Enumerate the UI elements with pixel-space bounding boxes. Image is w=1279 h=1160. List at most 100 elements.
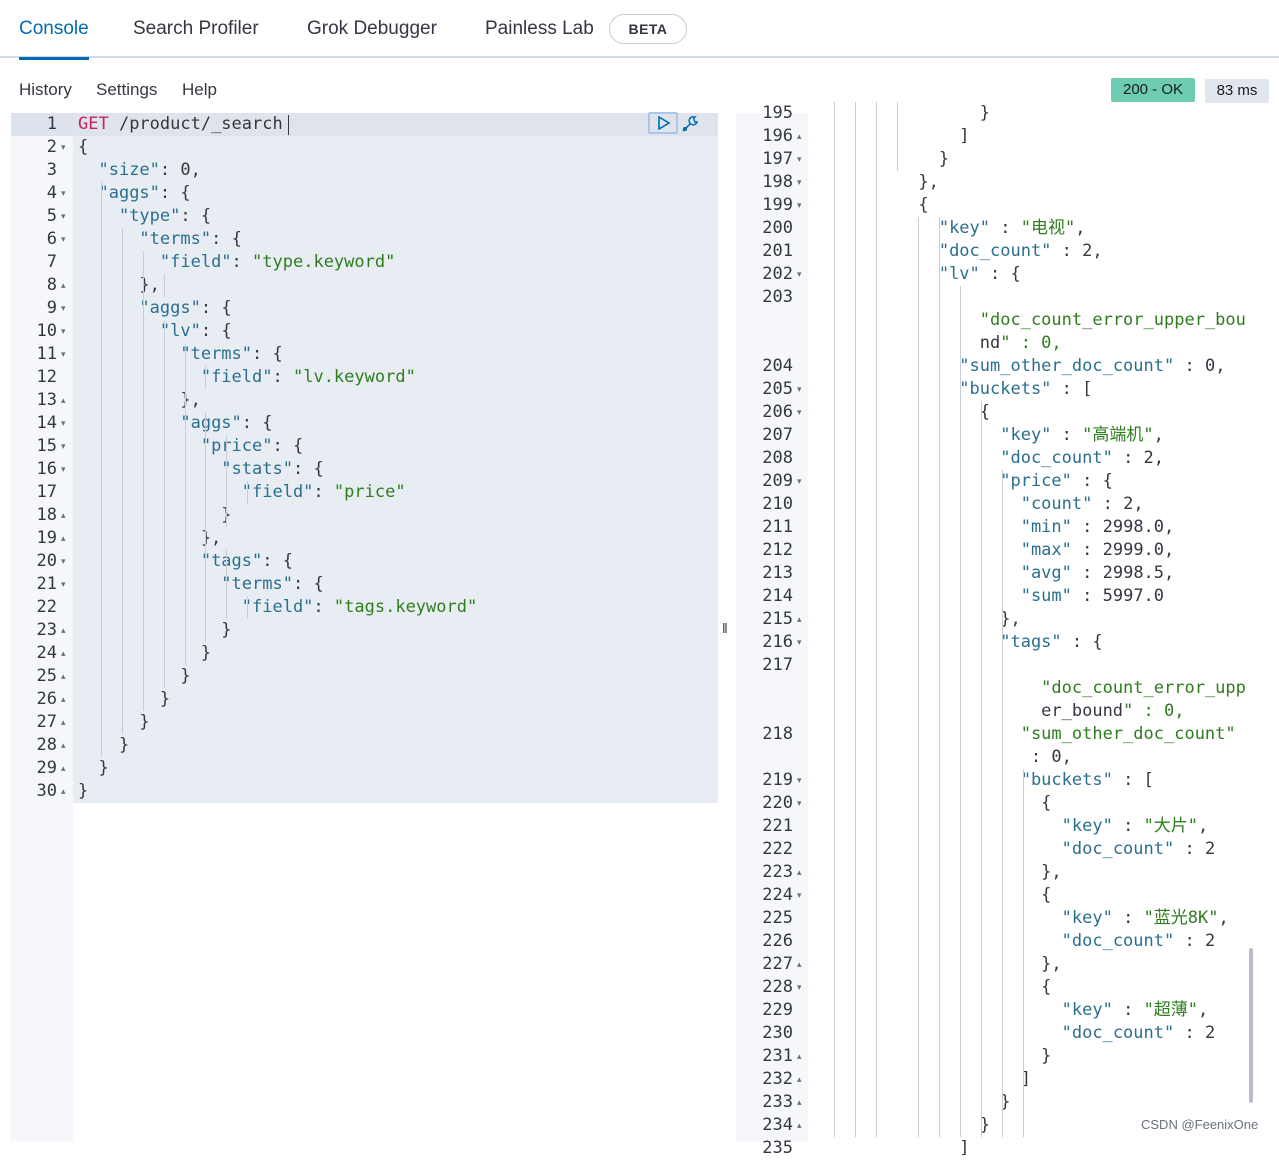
indent-guide — [918, 217, 919, 1137]
indent-guide — [184, 343, 186, 665]
fold-arrow-icon[interactable]: ▾ — [61, 297, 66, 320]
unfold-arrow-icon[interactable]: ▴ — [61, 274, 66, 297]
fold-arrow-icon[interactable]: ▾ — [61, 550, 66, 573]
code-line: "field": "tags.keyword" — [241, 597, 478, 617]
response-line: { — [816, 195, 929, 215]
code-line: "size": 0, — [98, 160, 201, 180]
resize-grip-icon[interactable]: ‖ — [722, 620, 728, 636]
indent-guide — [939, 217, 940, 1137]
unfold-arrow-icon[interactable]: ▴ — [797, 1068, 802, 1091]
unfold-arrow-icon[interactable]: ▴ — [797, 1045, 802, 1068]
fold-arrow-icon[interactable]: ▾ — [61, 435, 66, 458]
fold-arrow-icon[interactable]: ▾ — [61, 228, 66, 251]
fold-arrow-icon[interactable]: ▾ — [797, 194, 802, 217]
fold-arrow-icon[interactable]: ▾ — [797, 263, 802, 286]
fold-arrow-icon[interactable]: ▾ — [61, 343, 66, 366]
indent-guide — [205, 412, 207, 642]
line-number: 208 — [762, 448, 793, 468]
send-request-button[interactable] — [648, 112, 678, 134]
line-number: 234 — [762, 1115, 793, 1135]
line-number: 7 — [46, 252, 57, 272]
code-line: } — [78, 643, 212, 663]
unfold-arrow-icon[interactable]: ▴ — [61, 642, 66, 665]
fold-arrow-icon[interactable]: ▾ — [61, 412, 66, 435]
unfold-arrow-icon[interactable]: ▴ — [61, 504, 66, 527]
fold-arrow-icon[interactable]: ▾ — [797, 631, 802, 654]
line-number: 210 — [762, 494, 793, 514]
tab-search-profiler[interactable]: Search Profiler — [133, 0, 259, 58]
response-line: ] — [816, 1138, 970, 1158]
fold-arrow-icon[interactable]: ▾ — [797, 769, 802, 792]
indent-guide — [1023, 769, 1024, 1137]
fold-arrow-icon[interactable]: ▾ — [61, 320, 66, 343]
unfold-arrow-icon[interactable]: ▴ — [797, 1091, 802, 1114]
line-number: 224 — [762, 885, 793, 905]
response-line: "key" : "电视", — [938, 218, 1086, 238]
line-number: 21 — [36, 574, 57, 594]
line-number: 6 — [46, 229, 57, 249]
indent-guide — [121, 228, 123, 734]
help-link[interactable]: Help — [182, 80, 217, 100]
wrench-icon[interactable] — [680, 114, 700, 139]
settings-link[interactable]: Settings — [96, 80, 157, 100]
line-number: 196 — [762, 126, 793, 146]
unfold-arrow-icon[interactable]: ▴ — [61, 389, 66, 412]
beta-badge: BETA — [609, 14, 687, 44]
unfold-arrow-icon[interactable]: ▴ — [797, 125, 802, 148]
indent-guide — [142, 251, 144, 711]
tab-grok-debugger[interactable]: Grok Debugger — [307, 0, 437, 58]
line-number: 198 — [762, 172, 793, 192]
line-number: 209 — [762, 471, 793, 491]
response-line: } — [816, 1046, 1052, 1066]
unfold-arrow-icon[interactable]: ▴ — [61, 619, 66, 642]
unfold-arrow-icon[interactable]: ▴ — [61, 665, 66, 688]
line-number: 231 — [762, 1046, 793, 1066]
unfold-arrow-icon[interactable]: ▴ — [61, 757, 66, 780]
fold-arrow-icon[interactable]: ▾ — [61, 205, 66, 228]
line-number: 2 — [46, 137, 57, 157]
response-scrollbar[interactable] — [1249, 948, 1253, 1103]
response-line: "sum_other_doc_count" — [1020, 724, 1236, 744]
code-line: "field": "price" — [241, 482, 406, 502]
fold-arrow-icon[interactable]: ▾ — [797, 884, 802, 907]
response-line: { — [816, 977, 1052, 997]
line-number: 5 — [46, 206, 57, 226]
fold-arrow-icon[interactable]: ▾ — [797, 470, 802, 493]
fold-arrow-icon[interactable]: ▾ — [797, 148, 802, 171]
tab-painless-lab[interactable]: Painless Lab — [485, 0, 594, 58]
unfold-arrow-icon[interactable]: ▴ — [797, 1114, 802, 1137]
unfold-arrow-icon[interactable]: ▴ — [61, 780, 66, 803]
fold-arrow-icon[interactable]: ▾ — [797, 171, 802, 194]
indent-guide — [163, 274, 165, 297]
unfold-arrow-icon[interactable]: ▴ — [797, 953, 802, 976]
history-link[interactable]: History — [19, 80, 72, 100]
indent-guide — [834, 102, 835, 1137]
line-number: 227 — [762, 954, 793, 974]
unfold-arrow-icon[interactable]: ▴ — [61, 734, 66, 757]
unfold-arrow-icon[interactable]: ▴ — [797, 861, 802, 884]
fold-arrow-icon[interactable]: ▾ — [797, 378, 802, 401]
fold-arrow-icon[interactable]: ▾ — [61, 182, 66, 205]
fold-arrow-icon[interactable]: ▾ — [61, 136, 66, 159]
line-number: 229 — [762, 1000, 793, 1020]
unfold-arrow-icon[interactable]: ▴ — [61, 688, 66, 711]
tab-console[interactable]: Console — [19, 0, 89, 60]
unfold-arrow-icon[interactable]: ▴ — [61, 711, 66, 734]
fold-arrow-icon[interactable]: ▾ — [61, 573, 66, 596]
response-line: ] — [816, 126, 970, 146]
fold-arrow-icon[interactable]: ▾ — [797, 401, 802, 424]
code-line: "aggs": { — [180, 413, 273, 433]
unfold-arrow-icon[interactable]: ▴ — [61, 527, 66, 550]
unfold-arrow-icon[interactable]: ▴ — [797, 608, 802, 631]
fold-arrow-icon[interactable]: ▾ — [797, 792, 802, 815]
fold-arrow-icon[interactable]: ▾ — [797, 976, 802, 999]
line-number: 204 — [762, 356, 793, 376]
indent-guide — [226, 435, 228, 527]
line-number: 3 — [46, 160, 57, 180]
fold-arrow-icon[interactable]: ▾ — [61, 458, 66, 481]
indent-guide — [855, 102, 856, 1137]
line-number: 220 — [762, 793, 793, 813]
line-number: 202 — [762, 264, 793, 284]
line-number: 29 — [36, 758, 57, 778]
line-number: 15 — [36, 436, 57, 456]
